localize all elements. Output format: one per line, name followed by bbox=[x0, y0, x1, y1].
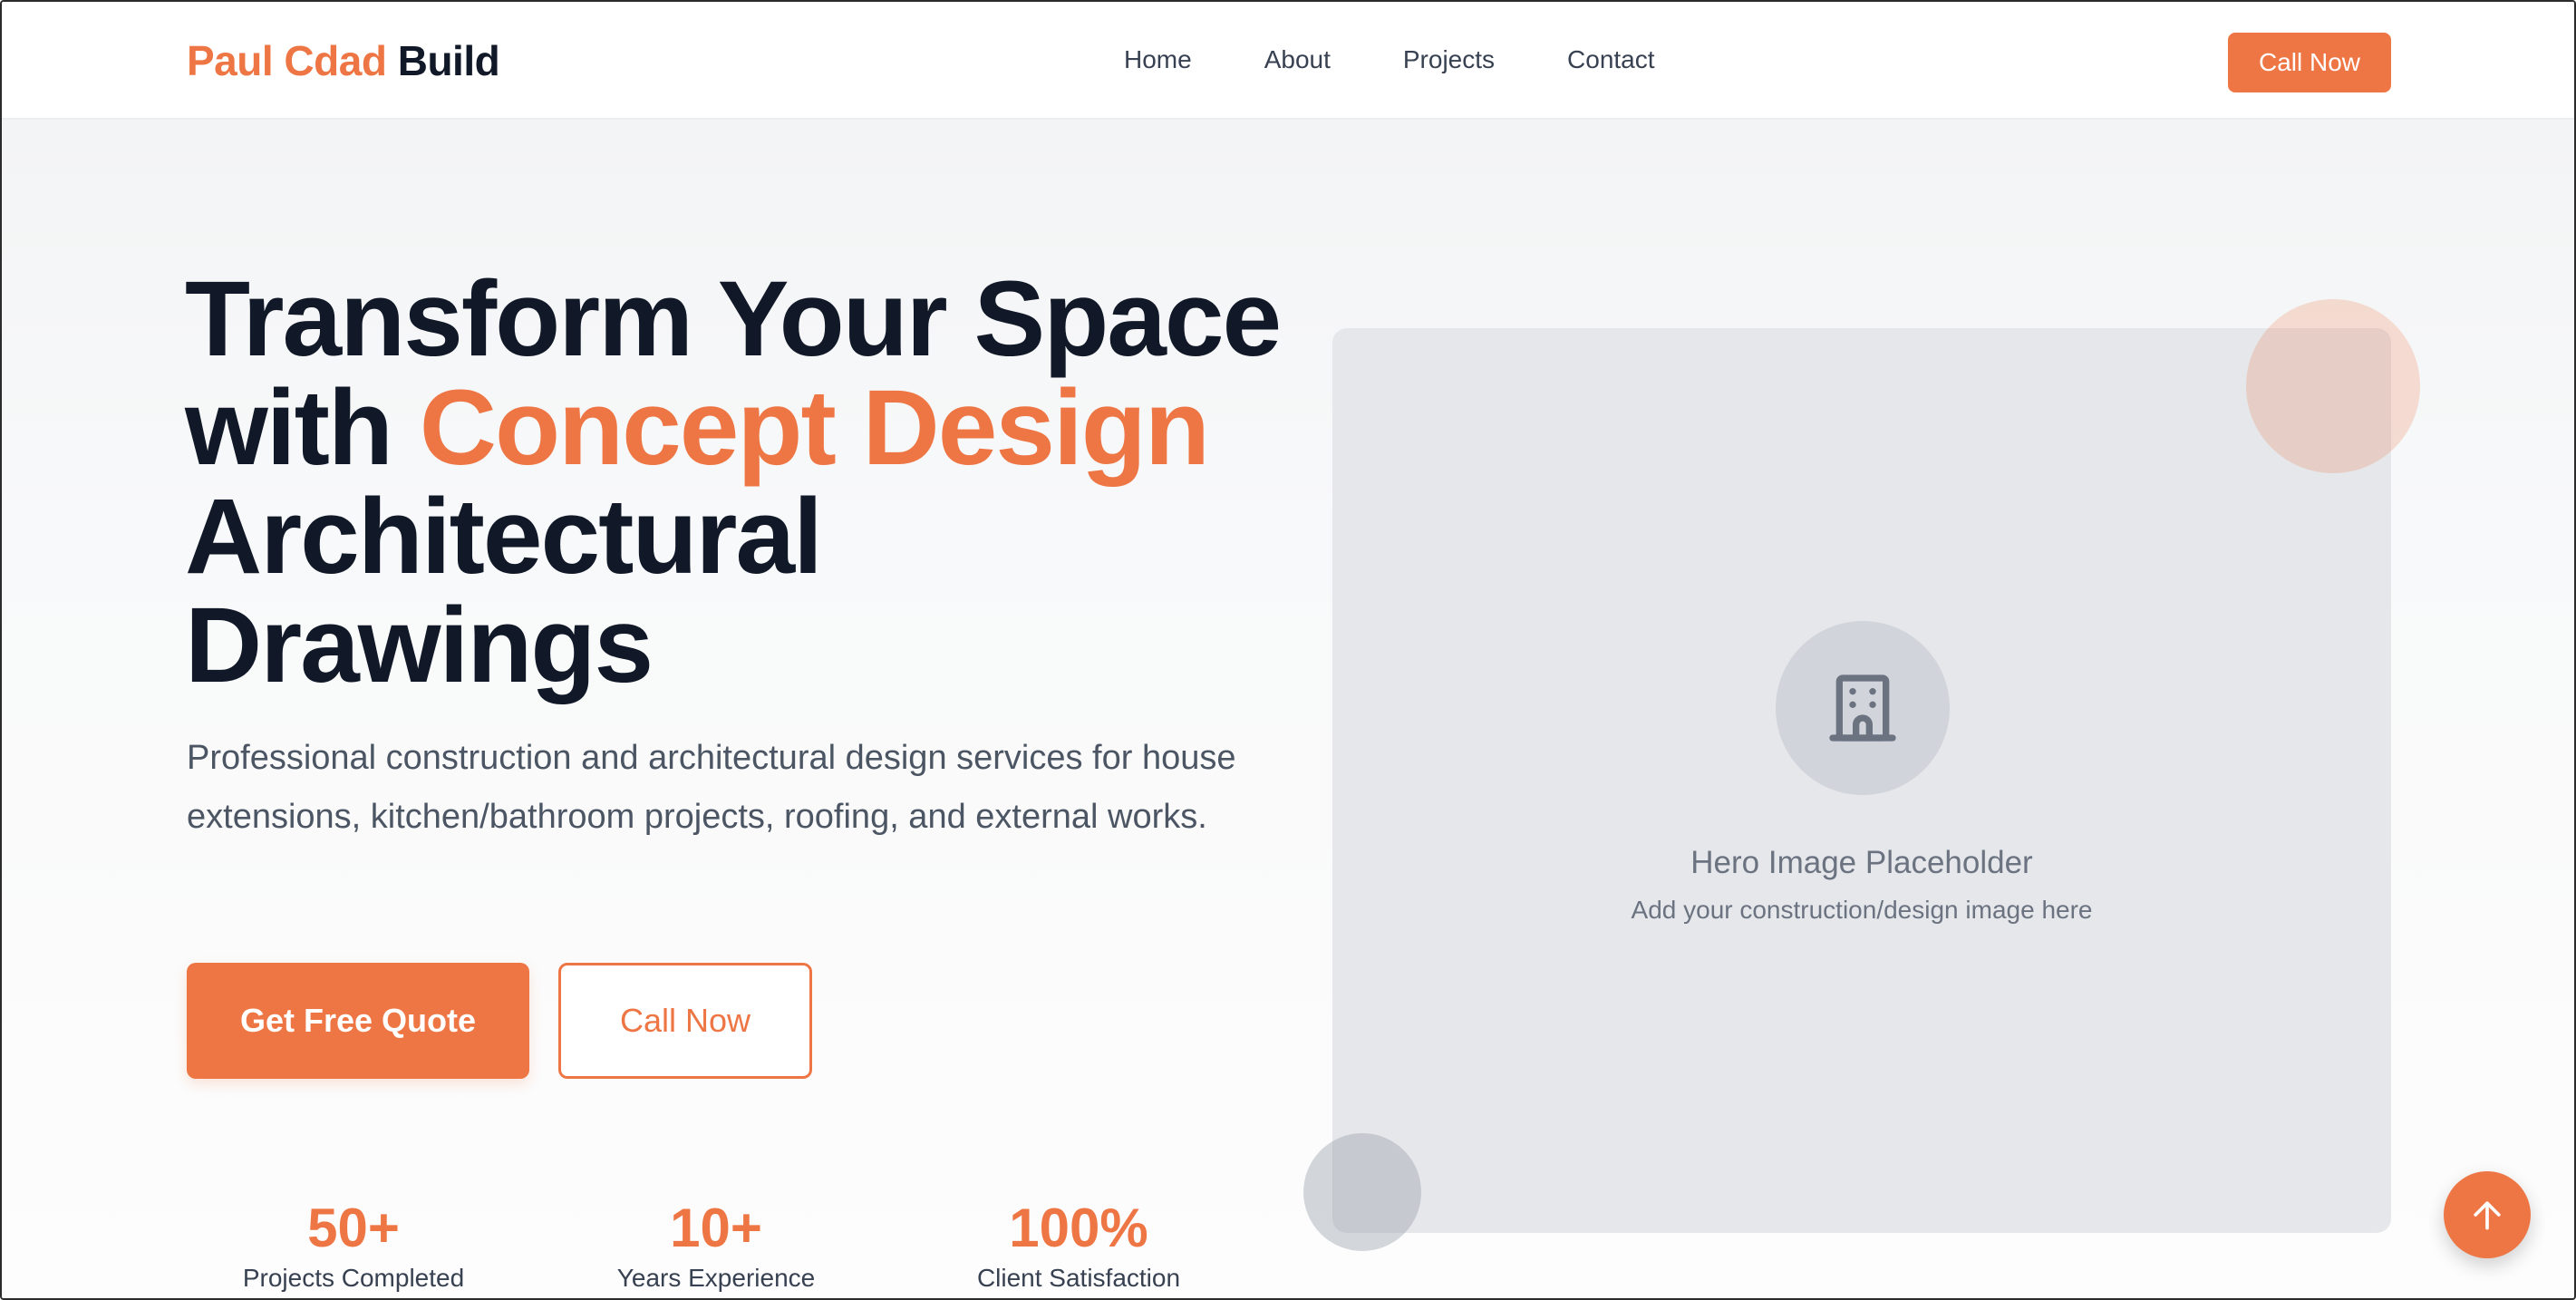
stat-label: Projects Completed bbox=[242, 1264, 465, 1292]
placeholder-subtitle: Add your construction/design image here bbox=[1631, 896, 2093, 924]
stat-label: Years Experience bbox=[616, 1264, 816, 1292]
building-icon bbox=[1829, 674, 1896, 742]
nav-link-home[interactable]: Home bbox=[1124, 45, 1192, 74]
hero-image-placeholder: Hero Image Placeholder Add your construc… bbox=[1332, 328, 2391, 1233]
browser-viewport: Paul Cdad Build Home About Projects Cont… bbox=[0, 0, 2576, 1300]
decorative-gray-circle bbox=[1303, 1133, 1421, 1251]
brand-logo[interactable]: Paul Cdad Build bbox=[187, 36, 500, 85]
nav-link-contact[interactable]: Contact bbox=[1567, 45, 1655, 74]
stat-projects: 50+ Projects Completed bbox=[190, 1197, 517, 1296]
nav-link-about[interactable]: About bbox=[1264, 45, 1331, 74]
stat-experience: 10+ Years Experience bbox=[553, 1197, 879, 1296]
brand-name-accent: Paul Cdad bbox=[187, 37, 387, 84]
stat-label: Client Satisfaction bbox=[976, 1264, 1181, 1292]
stat-value: 10+ bbox=[670, 1198, 762, 1258]
placeholder-title: Hero Image Placeholder bbox=[1690, 845, 2033, 880]
stat-value: 50+ bbox=[307, 1198, 400, 1258]
nav-links: Home About Projects Contact bbox=[1124, 45, 1655, 74]
scroll-to-top-button[interactable] bbox=[2444, 1171, 2531, 1258]
hero-title-part2: Architectural Drawings bbox=[185, 477, 823, 705]
brand-name-rest: Build bbox=[397, 37, 500, 84]
stat-satisfaction: 100% Client Satisfaction bbox=[915, 1197, 1242, 1296]
hero-title-accent: Concept Design bbox=[419, 368, 1210, 488]
arrow-up-icon bbox=[2474, 1201, 2501, 1230]
stat-value: 100% bbox=[1009, 1198, 1148, 1258]
hero-description: Professional construction and architectu… bbox=[187, 739, 1236, 836]
decorative-orange-circle bbox=[2246, 299, 2420, 473]
hero-title: Transform Your Space with Concept Design… bbox=[185, 265, 1300, 700]
get-free-quote-button[interactable]: Get Free Quote bbox=[187, 963, 529, 1079]
hero-call-now-button[interactable]: Call Now bbox=[558, 963, 812, 1079]
building-icon-circle bbox=[1776, 621, 1950, 795]
nav-call-now-button[interactable]: Call Now bbox=[2228, 33, 2391, 92]
navbar: Paul Cdad Build Home About Projects Cont… bbox=[2, 2, 2574, 120]
nav-link-projects[interactable]: Projects bbox=[1403, 45, 1495, 74]
